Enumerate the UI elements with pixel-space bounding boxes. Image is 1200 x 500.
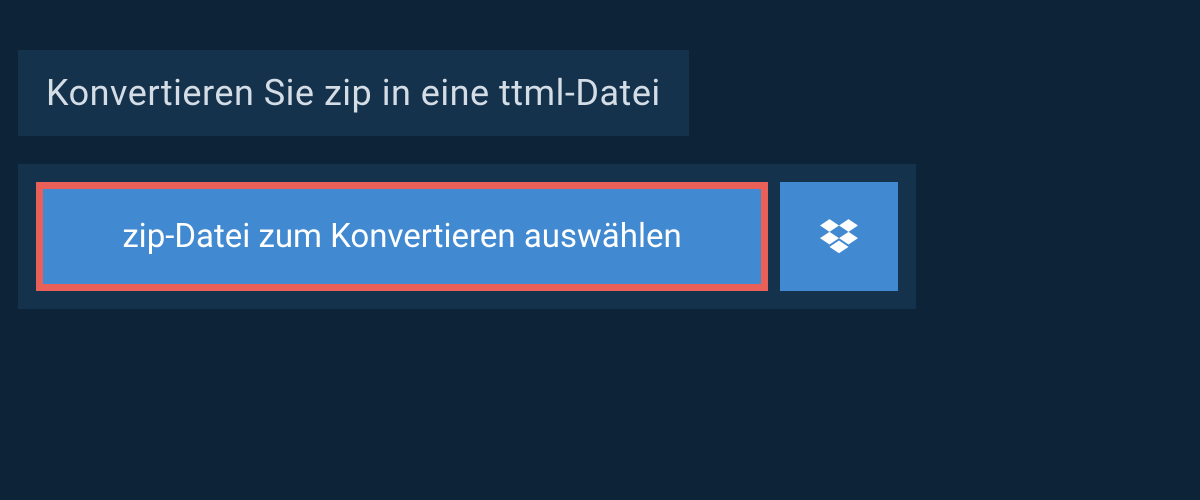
select-file-label: zip-Datei zum Konvertieren auswählen	[122, 217, 681, 256]
page-title: Konvertieren Sie zip in eine ttml-Datei	[46, 72, 661, 114]
dropbox-icon	[820, 216, 858, 258]
header-bar: Konvertieren Sie zip in eine ttml-Datei	[18, 50, 689, 136]
dropbox-button[interactable]	[780, 182, 898, 291]
upload-panel: zip-Datei zum Konvertieren auswählen	[18, 164, 916, 309]
select-file-button[interactable]: zip-Datei zum Konvertieren auswählen	[36, 182, 768, 291]
